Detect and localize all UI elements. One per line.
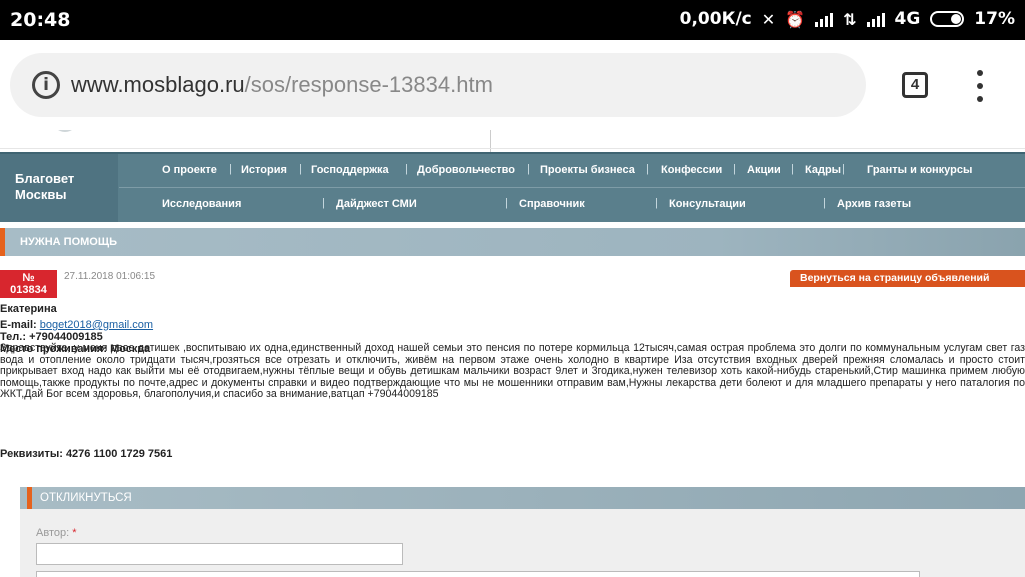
nav-item-actions[interactable]: Акции [747, 164, 781, 176]
web-page: Благовет Москвы О проекте | История | Го… [0, 130, 1025, 577]
post-requisites: Реквизиты: 4276 1100 1729 7561 [0, 448, 173, 460]
status-bar: 20:48 0,00К/с ✕ ⏰ ⇅ 4G 17% [0, 0, 1025, 40]
post-text: Здравствуйте, у меня двое детишек ,воспи… [0, 342, 1025, 400]
nav-item-confessions[interactable]: Конфессии [661, 164, 722, 176]
back-to-listings-button[interactable]: Вернуться на страницу объявлений [790, 270, 1025, 287]
email-input[interactable] [36, 571, 920, 577]
section-title: НУЖНА ПОМОЩЬ [20, 236, 117, 248]
site-brand[interactable]: Благовет Москвы [0, 154, 118, 222]
email-link[interactable]: boget2018@gmail.com [40, 319, 153, 331]
nav-row-secondary: Исследования | Дайджест СМИ | Справочник… [162, 197, 912, 210]
signal-icon-2 [866, 11, 885, 27]
nav-item-history[interactable]: История [241, 164, 287, 176]
nav-item-staff[interactable]: Кадры [805, 164, 841, 176]
post-author-name: Екатерина [0, 303, 57, 315]
nav-item-research[interactable]: Исследования [162, 198, 241, 210]
vibrate-off-icon: ✕ [761, 9, 776, 29]
nav-item-newspaper-archive[interactable]: Архив газеты [837, 198, 911, 210]
nav-item-business-projects[interactable]: Проекты бизнеса [540, 164, 635, 176]
section-header: НУЖНА ПОМОЩЬ [0, 228, 1025, 256]
form-header: ОТКЛИКНУТЬСЯ [20, 487, 1025, 509]
tabs-count-button[interactable]: 4 [902, 72, 928, 98]
signal-icon [815, 11, 834, 27]
battery-icon [930, 11, 965, 27]
post-date: 27.11.2018 01:06:15 [64, 271, 156, 282]
address-bar[interactable]: i www.mosblago.ru/sos/response-13834.htm [10, 53, 866, 117]
author-label: Автор: * [36, 527, 77, 539]
nav-item-gov-support[interactable]: Господдержка [311, 164, 389, 176]
brand-line2: Москвы [15, 187, 67, 202]
nav-row-primary: О проекте | История | Господдержка | Доб… [119, 154, 1025, 188]
header-strip [0, 130, 1025, 152]
alarm-icon: ⏰ [785, 9, 806, 29]
status-time: 20:48 [10, 9, 71, 31]
nav-item-media-digest[interactable]: Дайджест СМИ [336, 198, 417, 210]
nav-item-grants[interactable]: Гранты и конкурсы [867, 164, 972, 176]
info-icon[interactable]: i [32, 71, 60, 99]
network-speed: 0,00К/с [679, 9, 752, 29]
brand-line1: Благовет [15, 171, 75, 186]
nav-item-about[interactable]: О проекте [162, 164, 217, 176]
status-indicators: 0,00К/с ✕ ⏰ ⇅ 4G 17% [680, 9, 1015, 29]
main-navigation: Благовет Москвы О проекте | История | Го… [0, 152, 1025, 222]
url-domain: www.mosblago.ru [71, 72, 245, 97]
browser-toolbar: i www.mosblago.ru/sos/response-13834.htm… [0, 40, 1025, 130]
battery-level: 17% [974, 9, 1015, 29]
data-transfer-icon: ⇅ [843, 9, 857, 29]
post-number-badge: № 013834 [0, 270, 57, 298]
post-number: 013834 [10, 284, 47, 296]
more-menu-icon[interactable] [976, 70, 984, 102]
response-form: ОТКЛИКНУТЬСЯ Автор: * [20, 487, 1025, 577]
author-input[interactable] [36, 543, 403, 565]
nav-item-consultations[interactable]: Консультации [669, 198, 746, 210]
url-path: /sos/response-13834.htm [244, 72, 493, 97]
logo-fragment [52, 130, 78, 132]
form-title: ОТКЛИКНУТЬСЯ [40, 492, 132, 504]
network-type: 4G [894, 9, 921, 29]
nav-item-volunteering[interactable]: Добровольчество [417, 164, 515, 176]
url-text[interactable]: www.mosblago.ru/sos/response-13834.htm [71, 72, 493, 98]
nav-item-directory[interactable]: Справочник [519, 198, 585, 210]
